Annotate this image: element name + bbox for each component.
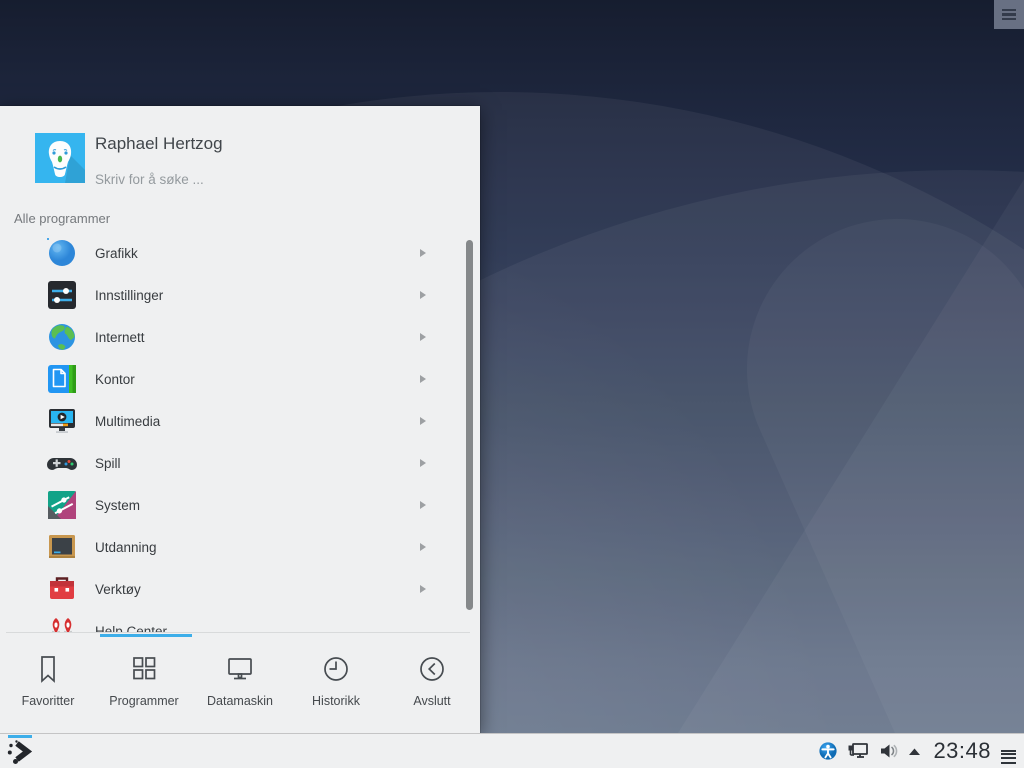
system-settings-icon (46, 489, 78, 521)
menu-item-utdanning[interactable]: Utdanning (0, 526, 480, 568)
menu-tab-bar: Favoritter Programmer Datamaskin (0, 637, 480, 733)
expand-tray-caret-icon[interactable] (908, 747, 921, 756)
tab-label: Programmer (109, 694, 178, 708)
list-scrollbar[interactable] (466, 240, 473, 610)
submenu-arrow-icon (420, 375, 426, 383)
tab-label: Avslutt (413, 694, 450, 708)
tab-label: Historikk (312, 694, 360, 708)
user-avatar[interactable] (35, 133, 85, 183)
tab-avslutt[interactable]: Avslutt (384, 637, 480, 733)
desktop-toolbox-hamburger-icon (1002, 6, 1016, 23)
application-launcher-menu: Raphael Hertzog Skriv for å søke ... All… (0, 106, 480, 733)
bookmark-icon (30, 651, 66, 687)
menu-item-label: Utdanning (95, 540, 157, 555)
tabbar-separator (6, 632, 470, 633)
menu-item-label: Innstillinger (95, 288, 163, 303)
toolbox-icon (46, 573, 78, 605)
tab-programmer[interactable]: Programmer (96, 637, 192, 733)
menu-item-label: System (95, 498, 140, 513)
submenu-arrow-icon (420, 543, 426, 551)
tab-datamaskin[interactable]: Datamaskin (192, 637, 288, 733)
panel-hamburger-icon[interactable] (1001, 747, 1016, 754)
wallpaper-band (414, 0, 1024, 768)
menu-item-spill[interactable]: Spill (0, 442, 480, 484)
app-launcher-button[interactable] (4, 734, 42, 768)
submenu-arrow-icon (420, 585, 426, 593)
desktop-toolbox-button[interactable] (994, 0, 1024, 29)
menu-item-verktoy[interactable]: Verktøy (0, 568, 480, 610)
system-tray: 23:48 (819, 734, 1016, 768)
menu-item-internett[interactable]: Internett (0, 316, 480, 358)
section-label: Alle programmer (14, 211, 110, 226)
menu-item-grafikk[interactable]: Grafikk (0, 232, 480, 274)
taskbar-panel: 23:48 (0, 733, 1024, 768)
menu-item-system[interactable]: System (0, 484, 480, 526)
tab-label: Favoritter (22, 694, 75, 708)
menu-item-help-center[interactable]: Help Center (0, 610, 480, 632)
digital-clock[interactable]: 23:48 (933, 738, 991, 764)
search-input[interactable]: Skriv for å søke ... (95, 172, 204, 187)
menu-item-label: Grafikk (95, 246, 138, 261)
menu-header: Raphael Hertzog Skriv for å søke ... (0, 106, 480, 206)
blackboard-icon (46, 531, 78, 563)
internet-globe-icon (46, 321, 78, 353)
menu-item-label: Internett (95, 330, 145, 345)
menu-item-label: Verktøy (95, 582, 141, 597)
office-document-icon (46, 363, 78, 395)
menu-item-label: Multimedia (95, 414, 160, 429)
user-name: Raphael Hertzog (95, 134, 223, 154)
menu-item-multimedia[interactable]: Multimedia (0, 400, 480, 442)
graphics-category-icon (46, 237, 78, 269)
gamepad-icon (46, 447, 78, 479)
menu-item-kontor[interactable]: Kontor (0, 358, 480, 400)
volume-icon[interactable] (879, 742, 898, 760)
apps-grid-icon (126, 651, 162, 687)
tab-favoritter[interactable]: Favoritter (0, 637, 96, 733)
submenu-arrow-icon (420, 291, 426, 299)
app-category-list: Grafikk Innstillinger (0, 232, 480, 632)
submenu-arrow-icon (420, 501, 426, 509)
history-clock-icon (318, 651, 354, 687)
leave-icon (414, 651, 450, 687)
menu-item-label: Spill (95, 456, 121, 471)
submenu-arrow-icon (420, 459, 426, 467)
network-wired-icon[interactable] (847, 741, 869, 761)
settings-sliders-icon (46, 279, 78, 311)
multimedia-player-icon (46, 405, 78, 437)
tab-historikk[interactable]: Historikk (288, 637, 384, 733)
accessibility-icon[interactable] (819, 742, 837, 760)
computer-monitor-icon (222, 651, 258, 687)
submenu-arrow-icon (420, 417, 426, 425)
menu-item-label: Help Center (95, 624, 167, 633)
menu-item-label: Kontor (95, 372, 135, 387)
submenu-arrow-icon (420, 249, 426, 257)
submenu-arrow-icon (420, 333, 426, 341)
kali-menu-launcher-icon (7, 738, 35, 766)
help-center-rockets-icon (46, 615, 78, 632)
tab-label: Datamaskin (207, 694, 273, 708)
menu-item-innstillinger[interactable]: Innstillinger (0, 274, 480, 316)
wallpaper-band (699, 171, 1024, 768)
